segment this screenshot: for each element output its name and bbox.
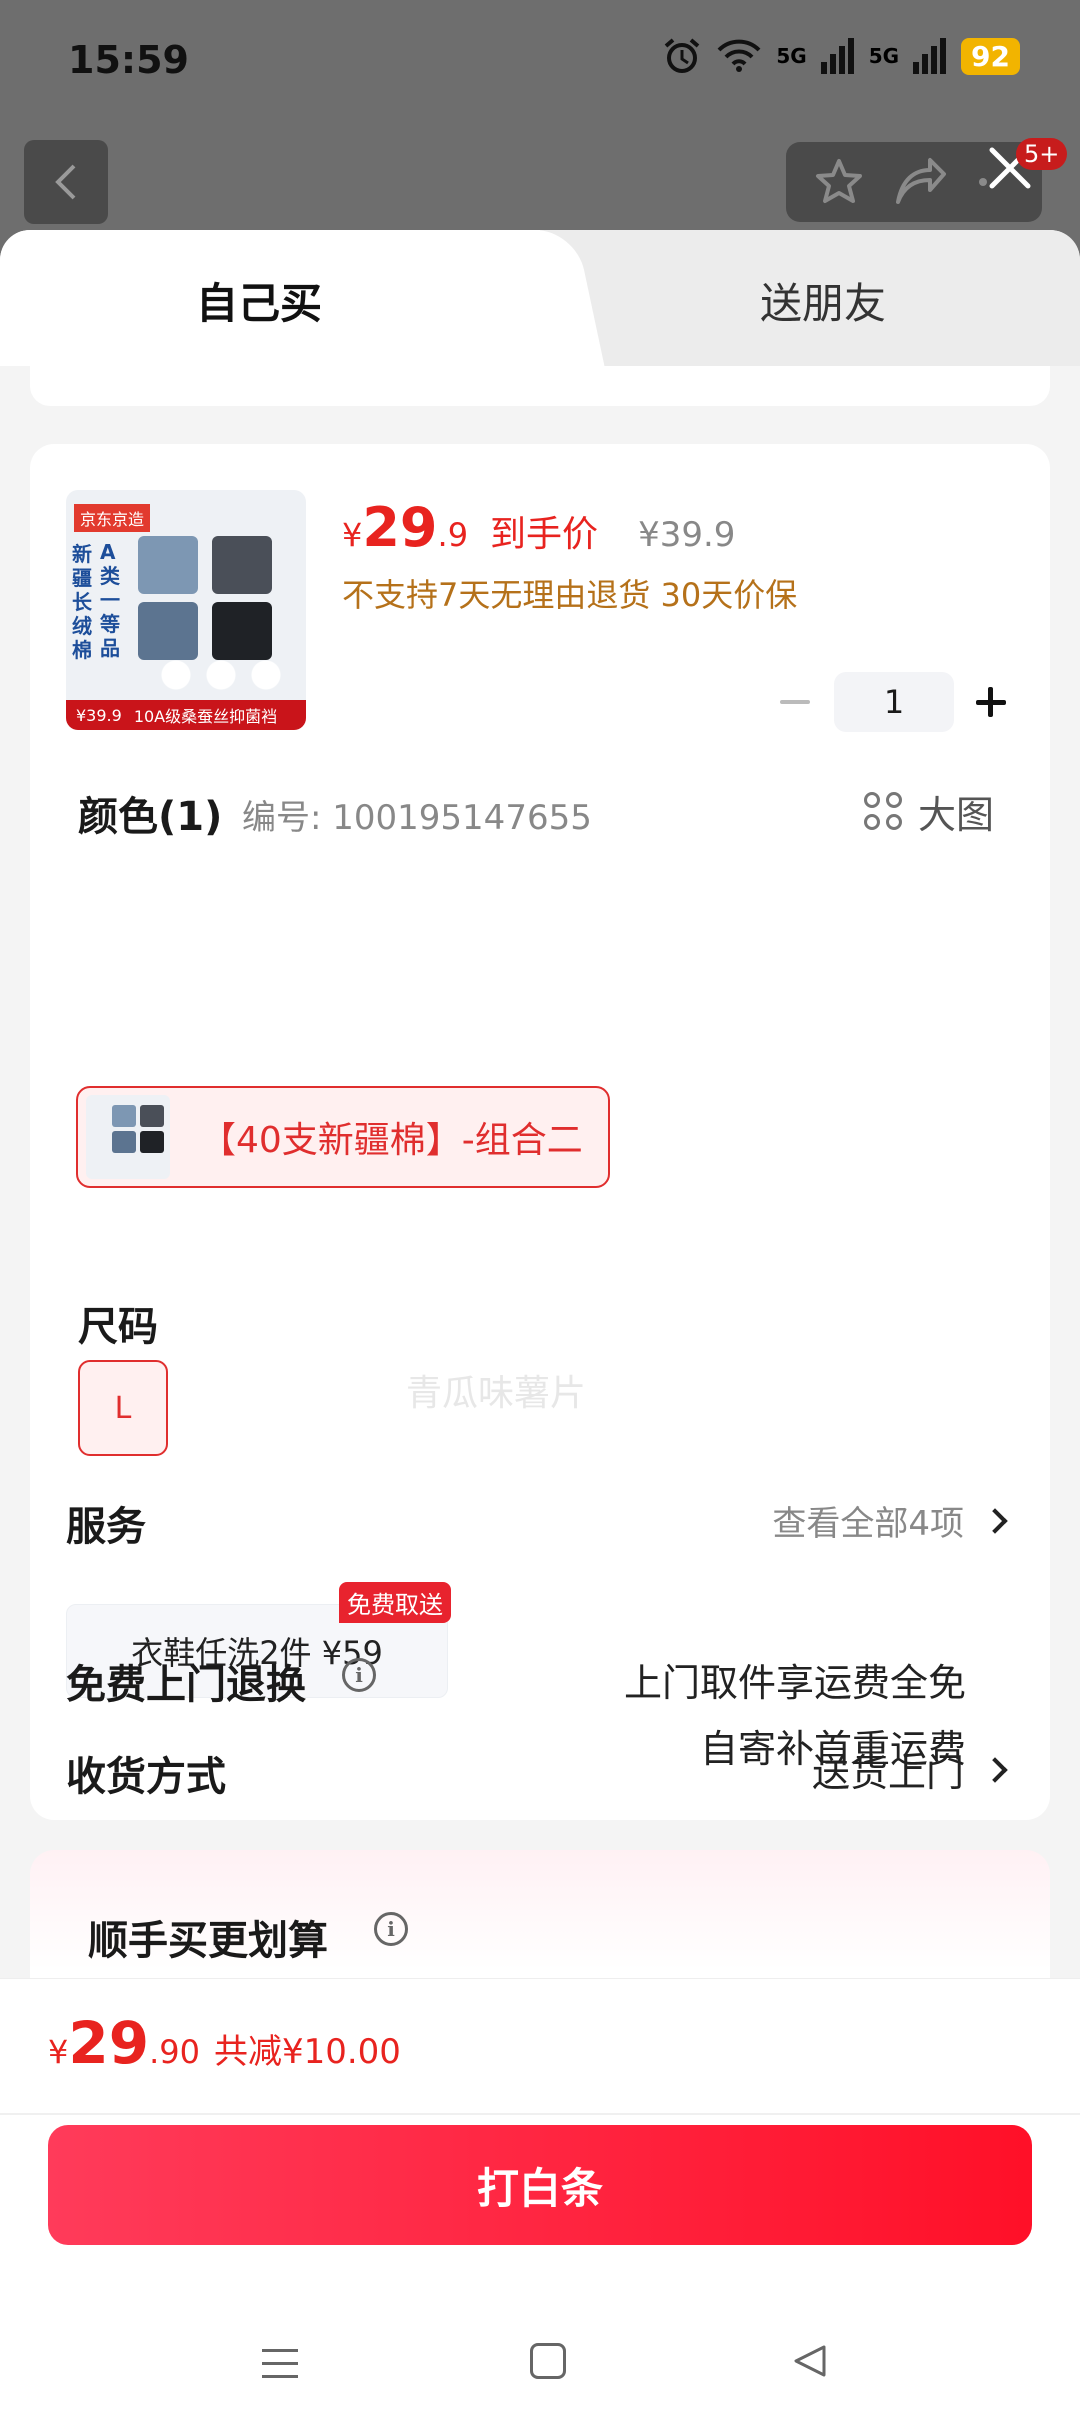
color-title: 颜色(1) — [78, 794, 223, 840]
price-decimal: .9 — [437, 516, 469, 554]
price-tag: 到手价 — [490, 514, 599, 555]
briefs-black — [212, 602, 272, 660]
price-symbol: ¥ — [342, 516, 363, 554]
chevron-right-icon — [982, 1756, 1008, 1783]
home-icon[interactable] — [530, 2343, 566, 2379]
return-notice: 不支持7天无理由退货 30天价保 — [342, 576, 798, 614]
briefs-blue — [138, 536, 198, 594]
cotton-decoration — [146, 658, 296, 692]
divider — [0, 2113, 1080, 2115]
size-title: 尺码 — [78, 1304, 158, 1350]
original-price: ¥39.9 — [638, 515, 736, 555]
delivery-title: 收货方式 — [66, 1754, 226, 1800]
color-option-label: 【40支新疆棉】-组合二 — [200, 1120, 583, 1161]
briefs-navy — [138, 602, 198, 660]
wifi-icon — [717, 39, 761, 72]
share-icon[interactable] — [892, 156, 948, 208]
addon-title: 顺手买更划算 — [88, 1918, 328, 1964]
returns-line-2: 自寄补首重运费 — [699, 1727, 966, 1771]
purchase-sheet: 自己买 送朋友 京东京造 新疆长绒棉 A类一等品 ¥39.9 10A级桑蚕丝抑菌… — [0, 230, 1080, 1978]
status-time: 15:59 — [68, 38, 189, 82]
system-nav-bar — [0, 2299, 1080, 2412]
top-strip — [30, 366, 1050, 406]
signal-5g-label-1: 5G — [776, 44, 807, 68]
battery-indicator: 92 — [961, 37, 1020, 75]
service-badge: 免费取送 — [339, 1582, 451, 1623]
image-vertical-text-2: A类一等品 — [100, 540, 120, 660]
returns-line-1: 上门取件享运费全免 — [623, 1661, 966, 1705]
image-bar-text: 10A级桑蚕丝抑菌裆 — [133, 707, 278, 726]
menu-icon[interactable] — [262, 2349, 298, 2388]
decrease-button[interactable] — [770, 672, 820, 732]
increase-button[interactable] — [968, 672, 1014, 732]
addon-info-icon[interactable]: i — [374, 1912, 408, 1946]
product-code: 编号: 100195147655 — [242, 798, 592, 838]
signal-icon — [820, 38, 854, 74]
briefs-gray — [212, 536, 272, 594]
total-symbol: ¥ — [48, 2033, 69, 2071]
message-badge: 5+ — [1016, 138, 1068, 170]
tab-self[interactable]: 自己买 — [196, 270, 322, 331]
price-integer: 29 — [362, 496, 438, 559]
big-picture-label: 大图 — [918, 793, 995, 837]
quantity-input[interactable]: 1 — [834, 672, 954, 732]
total-price: ¥ 29 .90 共减¥10.00 — [48, 2009, 401, 2077]
addon-card: 顺手买更划算 i — [30, 1850, 1050, 1978]
status-icons: 5G 5G 92 — [662, 36, 1020, 76]
info-icon[interactable]: i — [342, 1658, 376, 1692]
chevron-left-icon — [55, 164, 76, 200]
image-price-bar: ¥39.9 10A级桑蚕丝抑菌裆 — [66, 700, 306, 730]
star-icon[interactable] — [813, 156, 865, 208]
brand-tag: 京东京造 — [74, 504, 151, 532]
status-bar: 15:59 5G 5G 92 — [0, 0, 1080, 120]
total-decimal: .90 — [149, 2033, 200, 2071]
watermark-text: 青瓜味薯片 — [406, 1373, 587, 1414]
image-vertical-text-1: 新疆长绒棉 — [72, 542, 92, 662]
alarm-icon — [665, 38, 700, 73]
color-option-thumb — [86, 1095, 170, 1179]
tab-friend[interactable]: 送朋友 — [760, 270, 886, 331]
service-view-all-label: 查看全部4项 — [772, 1504, 964, 1544]
pay-button[interactable]: 打白条 — [48, 2125, 1032, 2245]
big-picture-button[interactable]: 大图 — [864, 784, 994, 839]
product-image: 京东京造 新疆长绒棉 A类一等品 ¥39.9 10A级桑蚕丝抑菌裆 — [66, 490, 306, 730]
product-card: 京东京造 新疆长绒棉 A类一等品 ¥39.9 10A级桑蚕丝抑菌裆 ¥ 29 .… — [30, 444, 1050, 1820]
service-title: 服务 — [66, 1504, 146, 1550]
signal-5g-label-2: 5G — [868, 44, 900, 68]
total-savings: 共减¥10.00 — [213, 2032, 401, 2072]
chevron-right-icon — [982, 1507, 1008, 1534]
minus-icon — [780, 700, 810, 704]
total-integer: 29 — [68, 2009, 150, 2077]
service-view-all[interactable]: 查看全部4项 — [772, 1496, 1008, 1545]
tab-bar: 自己买 送朋友 — [0, 230, 1080, 366]
bottom-bar: ¥ 29 .90 共减¥10.00 打白条 — [0, 1978, 1080, 2412]
price-line: ¥ 29 .9 到手价 ¥39.9 — [342, 496, 735, 559]
signal-icon-2 — [913, 38, 947, 74]
back-triangle-icon[interactable] — [790, 2341, 830, 2381]
back-button[interactable] — [24, 140, 108, 224]
quantity-stepper: 1 — [770, 672, 1020, 732]
color-option[interactable]: 【40支新疆棉】-组合二 — [76, 1086, 610, 1188]
image-price: ¥39.9 — [76, 705, 122, 725]
grid-icon — [864, 791, 904, 832]
returns-title: 免费上门退换 — [66, 1662, 306, 1708]
size-option-l[interactable]: L — [78, 1360, 168, 1456]
